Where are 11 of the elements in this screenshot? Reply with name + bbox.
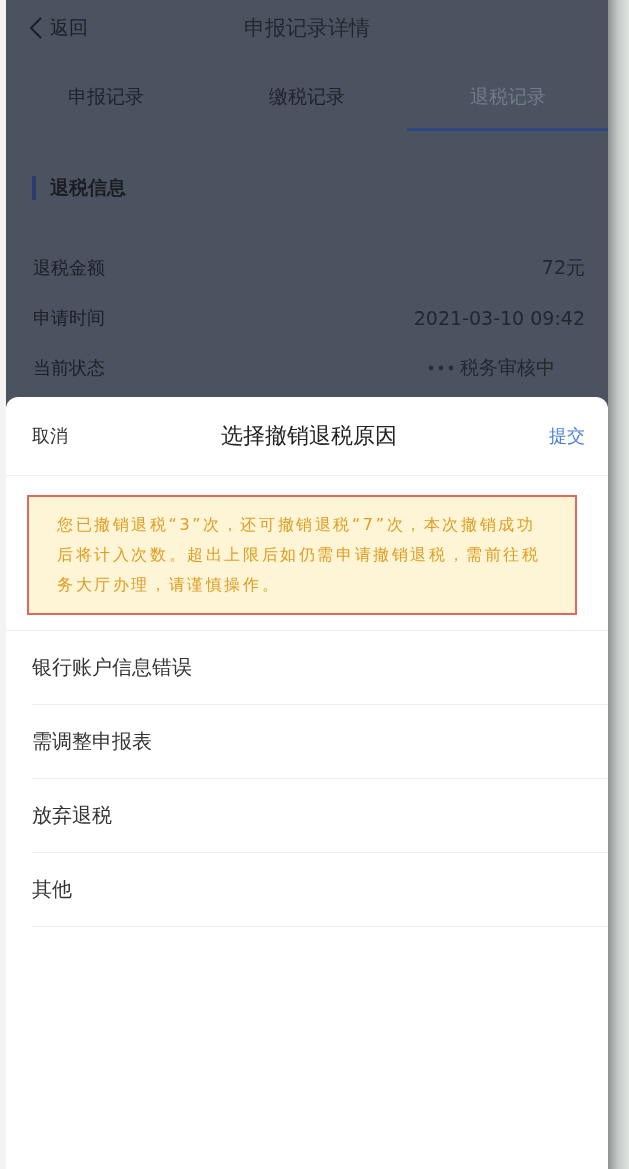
info-label: 申请时间 xyxy=(33,306,105,330)
submit-button[interactable]: 提交 xyxy=(549,424,585,448)
info-label: 退税金额 xyxy=(33,256,105,280)
back-chevron-icon xyxy=(30,17,42,39)
accent-bar xyxy=(32,176,36,200)
section-title: 退税信息 xyxy=(50,175,126,200)
pending-dots-icon xyxy=(428,365,454,371)
sheet-title: 选择撤销退税原因 xyxy=(220,422,397,450)
warning-notice: 您已撤销退税“3”次，还可撤销退税“7”次，本次撤销成功后将计入次数。超出上限后如仍需申请撤销退税，需前往税务大厅办理，请谨慎操作。 xyxy=(27,495,577,615)
cancel-button[interactable]: 取消 xyxy=(32,424,68,448)
info-label: 当前状态 xyxy=(33,356,105,380)
